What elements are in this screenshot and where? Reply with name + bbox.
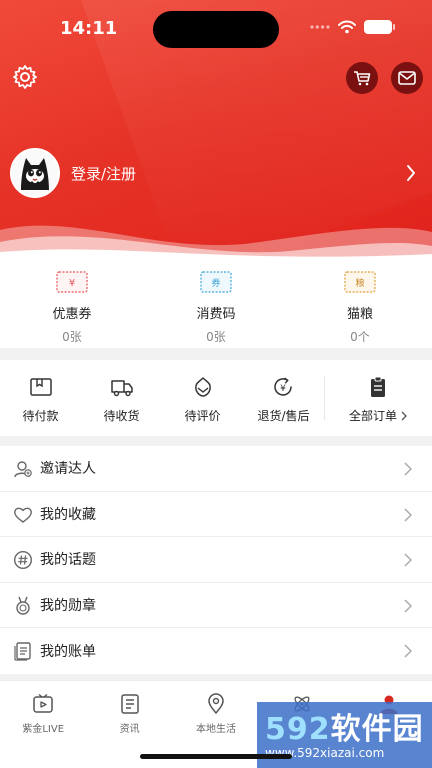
wifi-icon bbox=[338, 20, 356, 34]
menu-item-topics[interactable]: 我的话题 bbox=[0, 537, 432, 583]
news-icon bbox=[120, 694, 139, 714]
watermark-brand: 592软件园 bbox=[265, 712, 424, 747]
clipboard-icon bbox=[371, 376, 385, 397]
messages-button[interactable] bbox=[391, 62, 423, 94]
asset-cat-food[interactable]: 粮 猫粮 0个 bbox=[288, 262, 432, 348]
asset-label: 消费码 bbox=[196, 307, 236, 322]
menu-item-favorites[interactable]: 我的收藏 bbox=[0, 492, 432, 537]
menu-item-label: 我的账单 bbox=[40, 643, 96, 660]
truck-icon bbox=[110, 380, 133, 397]
order-all-label-row: 全部订单 bbox=[349, 407, 407, 424]
asset-coupons[interactable]: ¥ 优惠券 0张 bbox=[0, 262, 144, 348]
orders-row: 待付款 待收货 待评价 ¥ 退货/售后 全部订单 bbox=[0, 360, 432, 436]
menu-item-bills[interactable]: 我的账单 bbox=[0, 628, 432, 674]
order-refund-aftersale[interactable]: ¥ 退货/售后 bbox=[243, 360, 324, 436]
chevron-right-icon bbox=[404, 507, 412, 522]
menu-item-label: 邀请达人 bbox=[40, 461, 96, 478]
order-pending-review[interactable]: 待评价 bbox=[162, 360, 243, 436]
coupon-ticket-icon: ¥ bbox=[56, 271, 88, 293]
mail-icon bbox=[398, 71, 416, 85]
dynamic-island bbox=[153, 11, 279, 48]
chevron-right-icon bbox=[404, 644, 412, 658]
location-pin-icon bbox=[208, 693, 224, 714]
order-pending-receipt[interactable]: 待收货 bbox=[81, 360, 162, 436]
signal-dots-icon bbox=[310, 25, 330, 29]
login-register-link[interactable]: 登录/注册 bbox=[71, 163, 136, 184]
order-label: 待收货 bbox=[103, 409, 140, 423]
status-icons bbox=[310, 20, 395, 34]
menu-item-invite-expert[interactable]: 邀请达人 bbox=[0, 446, 432, 492]
asset-label: 优惠券 bbox=[52, 307, 92, 322]
asset-consume-codes[interactable]: 券 消费码 0张 bbox=[144, 262, 288, 348]
tab-label: 紫金LIVE bbox=[22, 724, 65, 735]
cat-avatar-icon bbox=[12, 150, 58, 196]
assets-row: ¥ 优惠券 0张 券 消费码 0张 粮 猫粮 0个 bbox=[0, 262, 432, 348]
status-bar: 14:11 bbox=[0, 0, 432, 56]
order-label: 退货/售后 bbox=[257, 409, 310, 423]
chevron-right-icon bbox=[404, 553, 412, 567]
settings-gear-icon[interactable] bbox=[12, 64, 38, 90]
live-tv-icon bbox=[33, 693, 53, 713]
voucher-ticket-icon: 券 bbox=[200, 271, 232, 293]
cart-icon bbox=[354, 71, 371, 86]
wallet-icon bbox=[29, 378, 52, 396]
header-wave bbox=[0, 225, 432, 262]
review-icon bbox=[194, 377, 211, 397]
menu-item-label: 我的话题 bbox=[40, 552, 96, 569]
svg-text:券: 券 bbox=[211, 277, 220, 289]
status-time: 14:11 bbox=[60, 18, 118, 39]
cat-food-ticket-icon: 粮 bbox=[344, 271, 376, 293]
menu-item-medals[interactable]: 我的勋章 bbox=[0, 583, 432, 628]
chevron-right-icon bbox=[401, 411, 407, 420]
chevron-right-icon bbox=[404, 598, 412, 613]
menu-list: 邀请达人 我的收藏 我的话题 我的勋章 我的账单 bbox=[0, 446, 432, 674]
user-login-row[interactable]: 登录/注册 bbox=[10, 148, 422, 198]
home-indicator bbox=[140, 754, 292, 759]
order-all-label: 全部订单 bbox=[348, 409, 397, 423]
asset-value: 0个 bbox=[350, 330, 370, 344]
svg-text:¥: ¥ bbox=[280, 384, 286, 394]
order-all[interactable]: 全部订单 bbox=[324, 360, 432, 436]
tab-live[interactable]: 紫金LIVE bbox=[0, 681, 86, 768]
order-pending-payment[interactable]: 待付款 bbox=[0, 360, 81, 436]
menu-item-label: 我的勋章 bbox=[40, 597, 96, 614]
chevron-right-icon bbox=[404, 462, 412, 476]
avatar[interactable] bbox=[10, 148, 60, 198]
asset-value: 0张 bbox=[206, 330, 226, 344]
asset-value: 0张 bbox=[62, 330, 82, 344]
asset-label: 猫粮 bbox=[346, 307, 373, 322]
heart-icon bbox=[14, 507, 32, 523]
menu-item-label: 我的收藏 bbox=[40, 506, 96, 523]
invite-user-icon bbox=[14, 461, 32, 478]
cart-button[interactable] bbox=[346, 62, 378, 94]
hashtag-icon bbox=[13, 550, 33, 570]
tab-label: 本地生活 bbox=[195, 724, 236, 735]
order-label: 待评价 bbox=[184, 409, 221, 423]
order-label: 待付款 bbox=[22, 409, 59, 423]
battery-icon bbox=[364, 20, 395, 34]
chevron-right-icon bbox=[407, 165, 415, 181]
tab-label: 资讯 bbox=[119, 724, 140, 735]
svg-text:¥: ¥ bbox=[69, 278, 75, 289]
bill-icon bbox=[14, 642, 31, 661]
medal-icon bbox=[16, 596, 30, 615]
refund-icon: ¥ bbox=[273, 377, 292, 396]
svg-text:粮: 粮 bbox=[355, 277, 364, 289]
